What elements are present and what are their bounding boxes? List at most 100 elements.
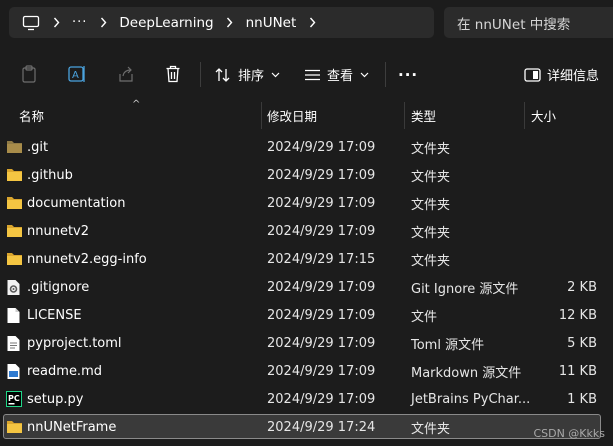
file-row[interactable]: readme.md 2024/9/29 17:09 Markdown 源文件 1… bbox=[0, 357, 613, 385]
file-size: 11 KB bbox=[558, 363, 597, 379]
file-name: nnUNetFrame bbox=[27, 419, 117, 435]
details-pane-icon bbox=[524, 67, 541, 82]
file-date: 2024/9/29 17:09 bbox=[267, 195, 376, 211]
column-divider[interactable] bbox=[524, 102, 525, 129]
file-name: pyproject.toml bbox=[27, 335, 122, 351]
delete-icon[interactable] bbox=[163, 64, 183, 84]
file-name: nnunetv2.egg-info bbox=[27, 251, 147, 267]
file-type: 文件夹 bbox=[411, 141, 451, 157]
view-label: 查看 bbox=[327, 69, 354, 84]
column-header-row: ^ 名称 修改日期 类型 大小 bbox=[0, 99, 613, 129]
svg-text:A: A bbox=[72, 70, 79, 81]
command-bar: A 排序 查看 ··· 详细信息 bbox=[0, 50, 613, 98]
column-divider[interactable] bbox=[404, 102, 405, 129]
file-name: .git bbox=[27, 139, 49, 155]
column-header-date[interactable]: 修改日期 bbox=[267, 102, 317, 129]
file-type: Git Ignore 源文件 bbox=[411, 281, 519, 297]
blank-file-icon bbox=[6, 307, 23, 323]
file-size: 2 KB bbox=[567, 279, 597, 295]
details-label: 详细信息 bbox=[547, 69, 600, 84]
folder-icon bbox=[6, 195, 23, 211]
sort-icon bbox=[215, 67, 230, 82]
view-icon bbox=[305, 69, 320, 80]
file-row[interactable]: nnunetv2 2024/9/29 17:09 文件夹 bbox=[0, 217, 613, 245]
file-date: 2024/9/29 17:09 bbox=[267, 391, 376, 407]
chevron-right-icon[interactable] bbox=[49, 17, 63, 28]
file-type: 文件夹 bbox=[411, 253, 451, 269]
file-row[interactable]: nnunetv2.egg-info 2024/9/29 17:15 文件夹 bbox=[0, 245, 613, 273]
file-row[interactable]: PC setup.py 2024/9/29 17:09 JetBrains Py… bbox=[0, 385, 613, 413]
file-date: 2024/9/29 17:09 bbox=[267, 279, 376, 295]
file-row[interactable]: .gitignore 2024/9/29 17:09 Git Ignore 源文… bbox=[0, 273, 613, 301]
sort-label: 排序 bbox=[238, 69, 265, 84]
breadcrumb-deeplearning[interactable]: DeepLearning bbox=[119, 15, 213, 31]
file-date: 2024/9/29 17:09 bbox=[267, 363, 376, 379]
column-header-type[interactable]: 类型 bbox=[411, 102, 436, 129]
paste-icon[interactable] bbox=[19, 64, 39, 84]
breadcrumb-nnunet[interactable]: nnUNet bbox=[246, 15, 297, 31]
file-date: 2024/9/29 17:09 bbox=[267, 223, 376, 239]
search-input[interactable]: 在 nnUNet 中搜索 bbox=[444, 7, 613, 38]
folder-icon bbox=[6, 223, 23, 239]
file-type: Markdown 源文件 bbox=[411, 365, 522, 381]
chevron-right-icon[interactable] bbox=[96, 17, 110, 28]
address-bar[interactable]: ··· DeepLearning nnUNet bbox=[9, 7, 434, 38]
file-row-selected[interactable]: nnUNetFrame 2024/9/29 17:24 文件夹 bbox=[0, 413, 613, 441]
details-pane-button[interactable]: 详细信息 bbox=[524, 62, 599, 87]
file-date: 2024/9/29 17:09 bbox=[267, 167, 376, 183]
view-button[interactable]: 查看 bbox=[304, 62, 369, 87]
file-type: JetBrains PyChar... bbox=[411, 391, 531, 407]
sort-ascending-icon: ^ bbox=[132, 99, 141, 110]
file-type: 文件夹 bbox=[411, 421, 451, 437]
toolbar-divider bbox=[385, 62, 386, 87]
file-list: .git 2024/9/29 17:09 文件夹 .github 2024/9/… bbox=[0, 133, 613, 441]
file-name: .gitignore bbox=[27, 279, 90, 295]
file-size: 1 KB bbox=[567, 391, 597, 407]
folder-icon bbox=[6, 139, 23, 155]
file-row[interactable]: pyproject.toml 2024/9/29 17:09 Toml 源文件 … bbox=[0, 329, 613, 357]
chevron-right-icon[interactable] bbox=[305, 17, 319, 28]
file-date: 2024/9/29 17:15 bbox=[267, 251, 376, 267]
file-name: readme.md bbox=[27, 363, 102, 379]
file-type: 文件 bbox=[411, 309, 438, 325]
file-name: .github bbox=[27, 167, 73, 183]
sort-button[interactable]: 排序 bbox=[214, 62, 280, 87]
file-type: 文件夹 bbox=[411, 225, 451, 241]
file-name: LICENSE bbox=[27, 307, 82, 323]
svg-text:PC: PC bbox=[8, 394, 20, 403]
file-date: 2024/9/29 17:09 bbox=[267, 139, 376, 155]
column-header-name[interactable]: 名称 bbox=[19, 102, 44, 129]
breadcrumb-overflow[interactable]: ··· bbox=[72, 15, 87, 30]
this-pc-icon[interactable] bbox=[22, 14, 40, 32]
share-icon[interactable] bbox=[116, 64, 136, 84]
file-size: 12 KB bbox=[558, 307, 597, 323]
more-options-button[interactable]: ··· bbox=[398, 62, 418, 87]
file-row[interactable]: documentation 2024/9/29 17:09 文件夹 bbox=[0, 189, 613, 217]
chevron-down-icon bbox=[271, 72, 280, 77]
file-name: setup.py bbox=[27, 391, 84, 407]
markdown-file-icon bbox=[6, 363, 23, 379]
file-row[interactable]: LICENSE 2024/9/29 17:09 文件 12 KB bbox=[0, 301, 613, 329]
chevron-right-icon[interactable] bbox=[223, 17, 237, 28]
gear-file-icon bbox=[6, 279, 23, 295]
chevron-down-icon bbox=[360, 72, 369, 77]
column-header-size[interactable]: 大小 bbox=[531, 102, 556, 129]
folder-icon bbox=[6, 167, 23, 183]
file-type: Toml 源文件 bbox=[411, 337, 485, 353]
file-size: 5 KB bbox=[567, 335, 597, 351]
file-row[interactable]: .git 2024/9/29 17:09 文件夹 bbox=[0, 133, 613, 161]
file-date: 2024/9/29 17:09 bbox=[267, 335, 376, 351]
file-row[interactable]: .github 2024/9/29 17:09 文件夹 bbox=[0, 161, 613, 189]
column-divider[interactable] bbox=[261, 102, 262, 129]
watermark: CSDN @Kkks bbox=[533, 427, 605, 440]
folder-icon bbox=[6, 251, 23, 267]
file-type: 文件夹 bbox=[411, 169, 451, 185]
file-name: documentation bbox=[27, 195, 126, 211]
file-date: 2024/9/29 17:24 bbox=[267, 419, 376, 435]
toolbar-divider bbox=[200, 62, 201, 87]
file-name: nnunetv2 bbox=[27, 223, 90, 239]
file-type: 文件夹 bbox=[411, 197, 451, 213]
file-date: 2024/9/29 17:09 bbox=[267, 307, 376, 323]
text-file-icon bbox=[6, 335, 23, 351]
rename-icon[interactable]: A bbox=[67, 64, 87, 84]
